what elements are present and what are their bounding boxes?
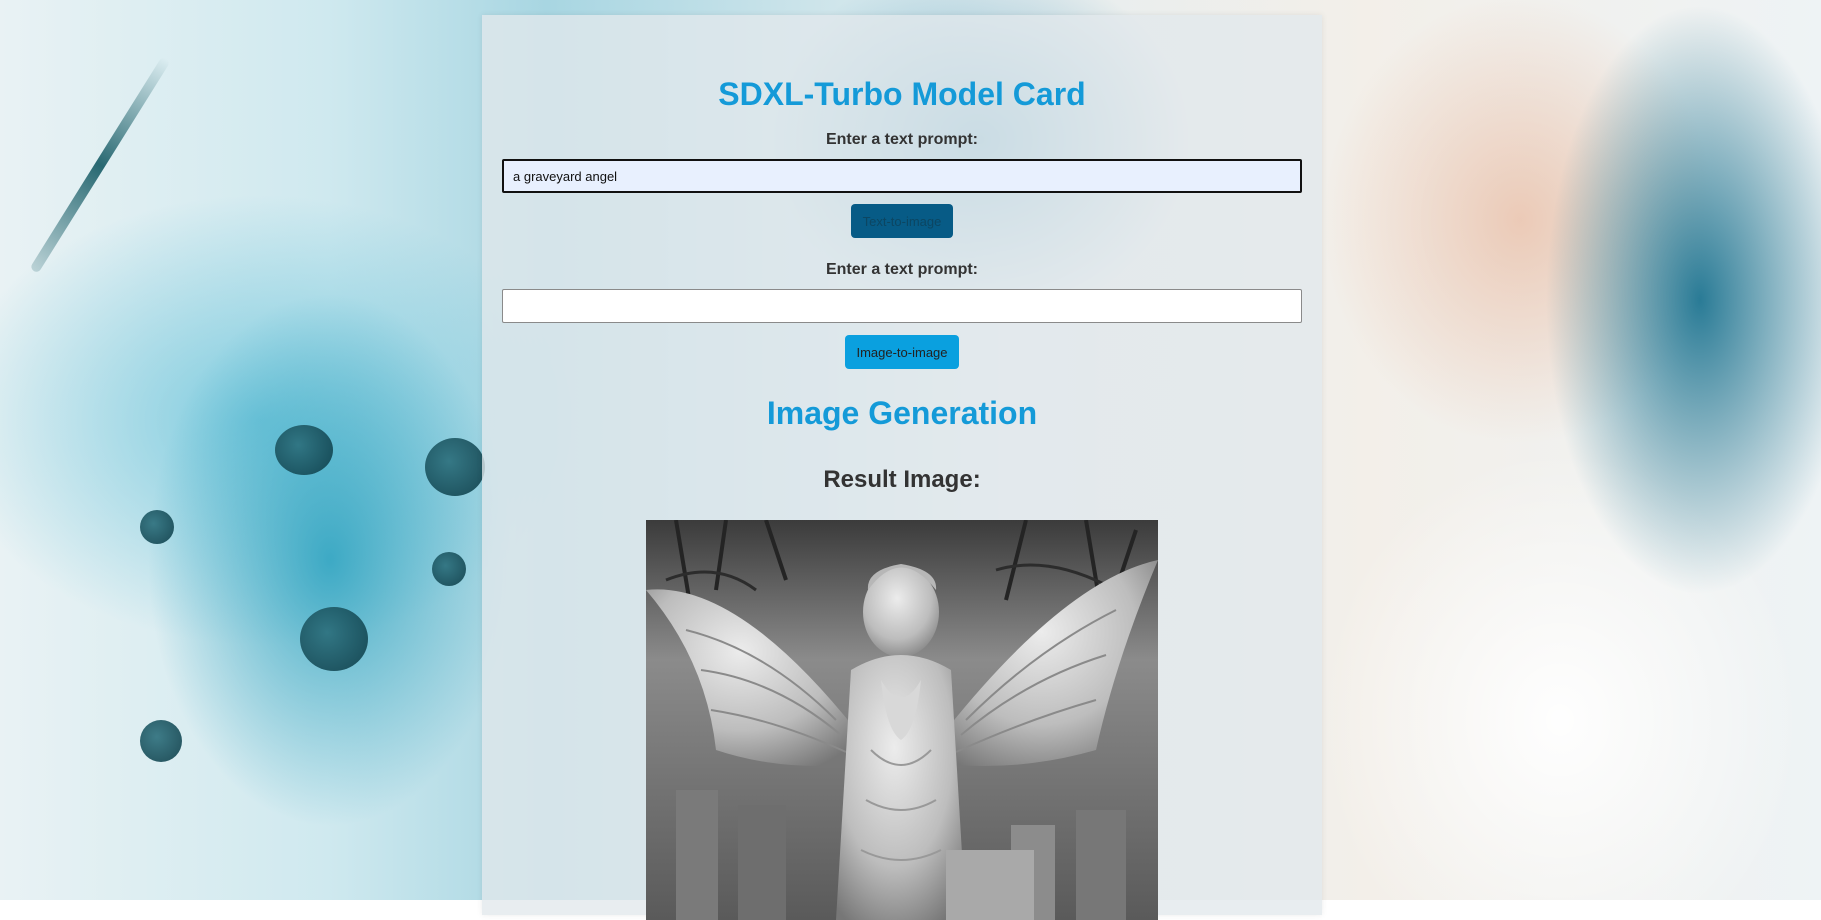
image-prompt-label: Enter a text prompt:: [825, 261, 978, 278]
background-bud: [140, 510, 174, 544]
image-to-image-button[interactable]: Image-to-image: [845, 335, 959, 369]
angel-statue-image: [646, 520, 1158, 920]
background-bud: [140, 720, 182, 762]
background-streak: [29, 56, 171, 274]
result-image: [646, 520, 1158, 920]
text-prompt-label: Enter a text prompt:: [825, 131, 978, 148]
background-bud: [275, 425, 333, 475]
image-to-image-prompt-input[interactable]: [502, 289, 1302, 323]
result-image-heading: Result Image:: [823, 466, 981, 493]
text-to-image-button[interactable]: Text-to-image: [851, 204, 953, 238]
background-bud: [432, 552, 466, 586]
image-generation-heading: Image Generation: [766, 395, 1038, 431]
text-to-image-prompt-input[interactable]: [502, 159, 1302, 193]
background-bud: [425, 438, 485, 496]
model-card-panel: SDXL-Turbo Model Card Enter a text promp…: [482, 15, 1322, 920]
background-bud: [300, 607, 368, 671]
page-title: SDXL-Turbo Model Card: [718, 76, 1086, 112]
